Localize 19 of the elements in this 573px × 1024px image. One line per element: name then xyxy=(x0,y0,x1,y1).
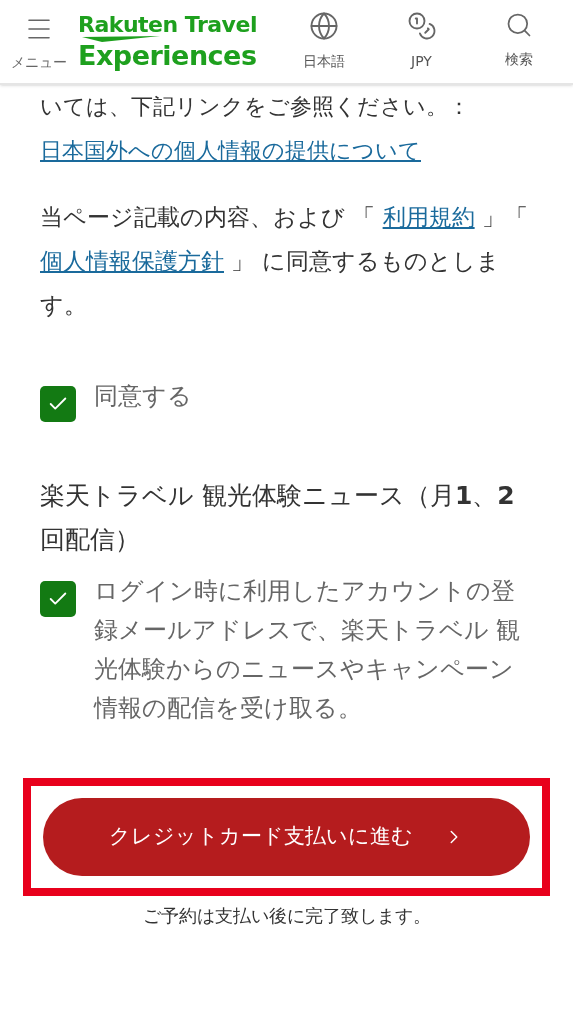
overseas-info-link[interactable]: 日本国外への個人情報の提供について xyxy=(40,138,421,163)
agreement-text: 当ページ記載の内容、および 「 利用規約 」「 個人情報保護方針 」 に同意するものとします。 xyxy=(40,203,529,320)
policy-link[interactable]: 個人情報保護方針 xyxy=(40,248,224,274)
globe-icon xyxy=(309,11,339,41)
menu-button[interactable]: メニュー xyxy=(0,10,78,73)
header-action[interactable]: 検索 xyxy=(483,11,555,72)
checkbox-label: ログイン時に利用したアカウントの登録メールアドレスで、楽天トラベル 観光体験からのニュースやキャンペーン情報の配信を受け取る。 xyxy=(94,576,522,724)
header-action[interactable]: 日本語 xyxy=(288,11,360,72)
checkbox-label: 同意する xyxy=(94,381,192,412)
search-icon xyxy=(505,11,533,39)
header-action[interactable]: JPY xyxy=(385,11,458,72)
checkbox[interactable] xyxy=(40,581,76,617)
notice-text: いては、下記リンクをご参照ください。： 日本国外への個人情報の提供について xyxy=(40,93,471,165)
policy-link[interactable]: 利用規約 xyxy=(382,204,475,230)
logo[interactable]: Rakuten Travel Experiences xyxy=(78,14,288,69)
payment-note: ご予約は支払い後に完了致します。 xyxy=(141,904,432,928)
coins-icon xyxy=(406,11,437,41)
checkbox[interactable] xyxy=(40,386,76,422)
credit-card-payment-button[interactable]: クレジットカード支払いに進む xyxy=(43,798,530,876)
